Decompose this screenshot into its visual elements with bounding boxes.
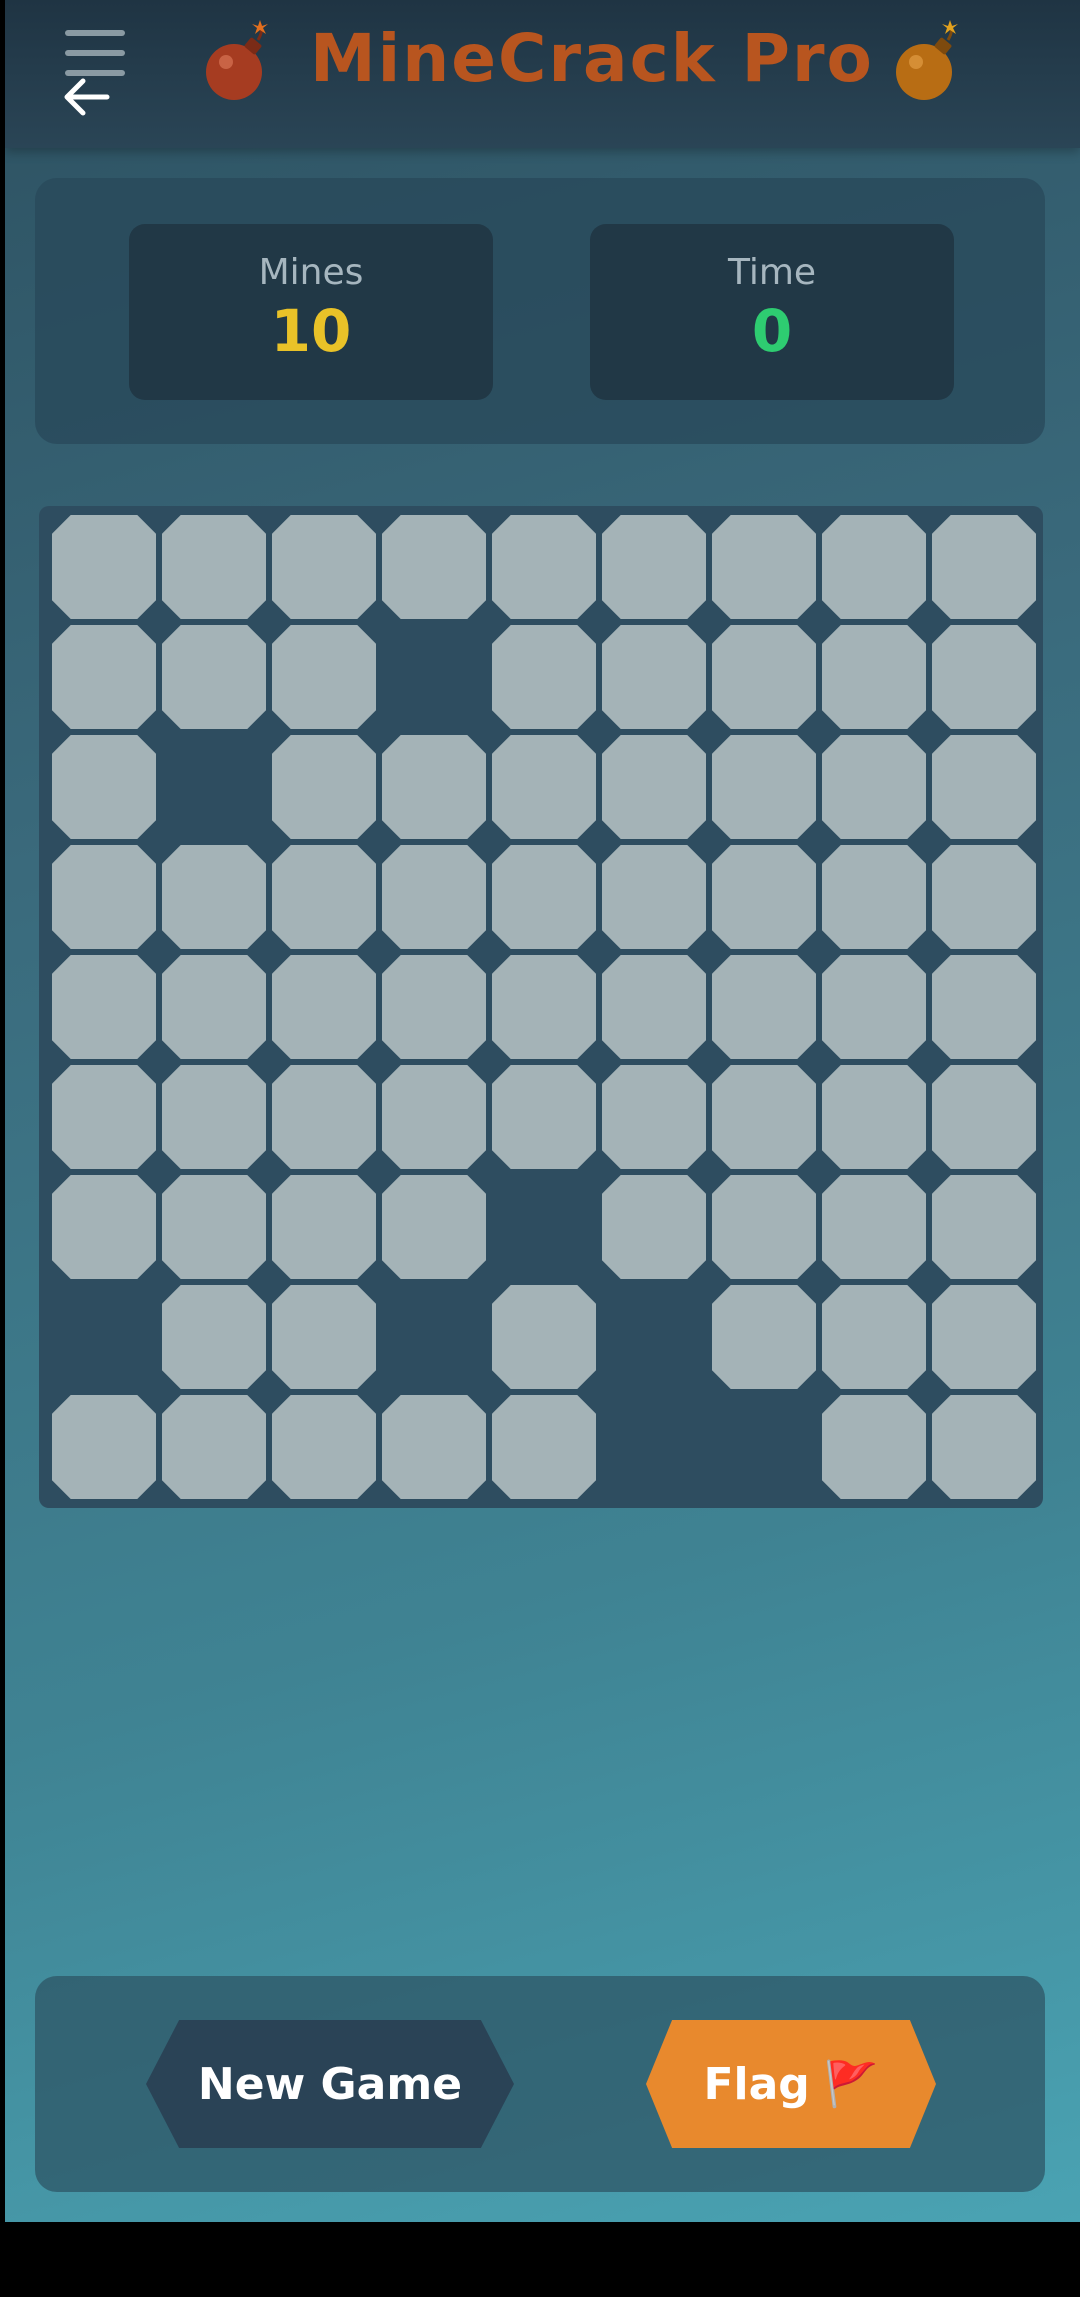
board-cell[interactable] (272, 515, 376, 619)
app-title: MineCrack Pro (310, 20, 874, 97)
board-cell[interactable] (162, 845, 266, 949)
board-cell[interactable] (52, 1065, 156, 1169)
new-game-label: New Game (197, 2058, 463, 2110)
board-cell[interactable] (712, 1285, 816, 1389)
flag-icon: 🚩 (823, 2059, 879, 2110)
board-cell[interactable] (162, 955, 266, 1059)
board-cell[interactable] (712, 845, 816, 949)
flag-label: Flag (703, 2058, 810, 2110)
board-cell[interactable] (382, 1395, 486, 1499)
new-game-button[interactable]: New Game (146, 2020, 514, 2148)
board-cell[interactable] (492, 955, 596, 1059)
board-cell[interactable] (712, 625, 816, 729)
board-cell[interactable] (492, 1065, 596, 1169)
board-cell[interactable] (272, 845, 376, 949)
board-cell[interactable] (272, 1395, 376, 1499)
board-cell[interactable] (932, 955, 1036, 1059)
mines-label: Mines (258, 252, 364, 293)
board-cell[interactable] (932, 1065, 1036, 1169)
board-cell[interactable] (382, 1175, 486, 1279)
time-label: Time (727, 252, 817, 293)
bomb-icon (896, 20, 958, 100)
board-cell[interactable] (822, 1175, 926, 1279)
board-cell[interactable] (492, 845, 596, 949)
board-cell[interactable] (52, 845, 156, 949)
board-cell[interactable] (822, 515, 926, 619)
board-cell[interactable] (162, 1175, 266, 1279)
title-area: MineCrack Pro (200, 12, 980, 112)
board-cell[interactable] (272, 955, 376, 1059)
board-cell[interactable] (382, 955, 486, 1059)
board-cell[interactable] (932, 625, 1036, 729)
stats-panel: Mines 10 Time 0 (35, 178, 1045, 444)
mines-counter: Mines 10 (129, 224, 493, 400)
board-cell[interactable] (602, 625, 706, 729)
game-board (39, 506, 1043, 1508)
board-cell[interactable] (932, 845, 1036, 949)
board-cell[interactable] (492, 1285, 596, 1389)
board-cell[interactable] (822, 1285, 926, 1389)
board-cell[interactable] (382, 845, 486, 949)
board-cell[interactable] (822, 625, 926, 729)
board-cell[interactable] (382, 1065, 486, 1169)
board-cell[interactable] (602, 1065, 706, 1169)
board-cell[interactable] (272, 735, 376, 839)
board-cell[interactable] (822, 1065, 926, 1169)
app-screen: MineCrack Pro Mines 10 Time 0 New Game F… (5, 0, 1080, 2222)
flag-button[interactable]: Flag 🚩 (646, 2020, 936, 2148)
board-cell[interactable] (272, 625, 376, 729)
board-cell[interactable] (52, 515, 156, 619)
board-cell[interactable] (822, 1395, 926, 1499)
board-cell[interactable] (52, 625, 156, 729)
board-cell[interactable] (712, 1065, 816, 1169)
board-cell[interactable] (932, 1395, 1036, 1499)
board-cell[interactable] (712, 515, 816, 619)
board-cell[interactable] (602, 735, 706, 839)
top-bar: MineCrack Pro (5, 0, 1080, 148)
board-cell[interactable] (272, 1065, 376, 1169)
board-cell[interactable] (712, 955, 816, 1059)
board-cell[interactable] (162, 1395, 266, 1499)
board-cell[interactable] (52, 955, 156, 1059)
time-counter: Time 0 (590, 224, 954, 400)
board-cell[interactable] (272, 1175, 376, 1279)
board-cell[interactable] (932, 735, 1036, 839)
board-cell[interactable] (492, 1395, 596, 1499)
board-cell[interactable] (162, 515, 266, 619)
board-cell[interactable] (162, 1285, 266, 1389)
board-cell[interactable] (52, 735, 156, 839)
back-arrow-icon[interactable] (57, 72, 117, 122)
board-cell[interactable] (822, 735, 926, 839)
board-cell[interactable] (822, 955, 926, 1059)
board-cell[interactable] (602, 845, 706, 949)
board-cell[interactable] (272, 1285, 376, 1389)
board-cell[interactable] (602, 955, 706, 1059)
mines-value: 10 (270, 297, 352, 365)
board-cell[interactable] (492, 515, 596, 619)
board-cell[interactable] (932, 515, 1036, 619)
board-cell[interactable] (822, 845, 926, 949)
board-cell[interactable] (162, 1065, 266, 1169)
board-cell[interactable] (492, 625, 596, 729)
board-cell[interactable] (712, 735, 816, 839)
board-cell[interactable] (602, 515, 706, 619)
board-cell[interactable] (932, 1285, 1036, 1389)
board-cell[interactable] (382, 515, 486, 619)
board-cell[interactable] (162, 625, 266, 729)
board-cell[interactable] (492, 735, 596, 839)
board-cell[interactable] (932, 1175, 1036, 1279)
board-cell[interactable] (712, 1175, 816, 1279)
board-cell[interactable] (52, 1175, 156, 1279)
controls-panel: New Game Flag 🚩 (35, 1976, 1045, 2192)
board-cell[interactable] (382, 735, 486, 839)
board-cell[interactable] (602, 1175, 706, 1279)
bomb-icon (206, 20, 268, 100)
time-value: 0 (751, 297, 793, 365)
board-cell[interactable] (52, 1395, 156, 1499)
